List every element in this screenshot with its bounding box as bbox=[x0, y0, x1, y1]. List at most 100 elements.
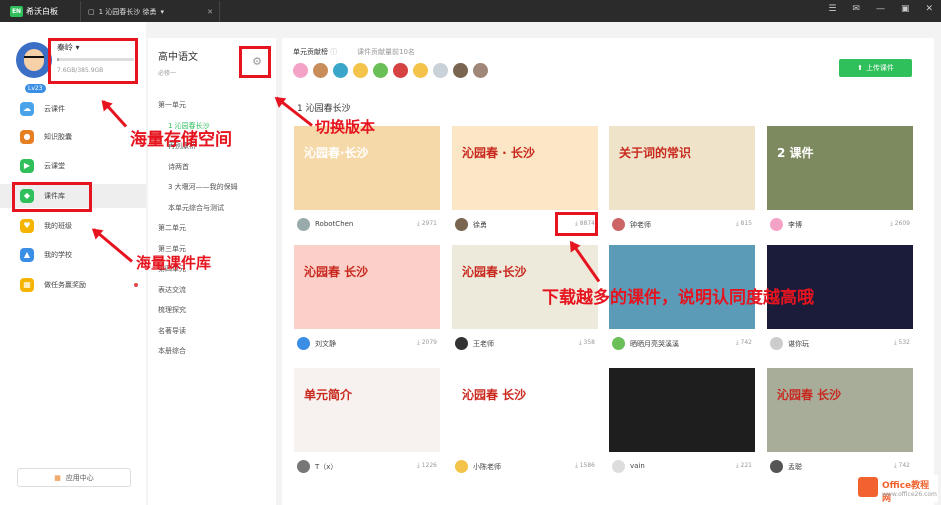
courseware-thumbnail[interactable]: 沁园春 长沙 bbox=[294, 245, 440, 329]
tree-lesson[interactable]: 3 大堰河——我的保姆 bbox=[168, 182, 238, 192]
courseware-card[interactable]: 沁园春 长沙 小陈老师 ⤓ 1586 bbox=[452, 368, 598, 483]
help-icon[interactable]: ⓘ bbox=[330, 48, 337, 56]
author-name[interactable]: 王老师 bbox=[473, 339, 494, 349]
upload-icon: ⬆ bbox=[857, 64, 863, 72]
courseware-card[interactable]: 关于词的常识 钟老师 ⤓ 815 bbox=[609, 126, 755, 241]
author-name[interactable]: T（x） bbox=[315, 462, 337, 472]
contributor-avatars bbox=[293, 63, 488, 78]
tree-unit[interactable]: 梳理探究 bbox=[158, 305, 186, 315]
tree-unit[interactable]: 名著导读 bbox=[158, 326, 186, 336]
author-avatar bbox=[612, 337, 625, 350]
contributor-avatar[interactable] bbox=[373, 63, 388, 78]
restore-icon[interactable]: ▣ bbox=[901, 4, 910, 14]
dropdown-icon[interactable]: ▾ bbox=[161, 8, 165, 16]
tree-lesson[interactable]: 本单元综合与测试 bbox=[168, 203, 224, 213]
contributor-avatar[interactable] bbox=[353, 63, 368, 78]
courseware-card[interactable]: vain ⤓ 221 bbox=[609, 368, 755, 483]
author-name[interactable]: 小陈老师 bbox=[473, 462, 501, 472]
thumbnail-title: 沁园春 长沙 bbox=[304, 265, 369, 279]
download-count: ⤓ 815 bbox=[735, 220, 752, 227]
nav-my-class[interactable]: ♥ 我的班级 bbox=[0, 214, 146, 238]
author-name[interactable]: 谌你玩 bbox=[788, 339, 809, 349]
author-name[interactable]: vain bbox=[630, 462, 645, 470]
author-avatar bbox=[770, 218, 783, 231]
courseware-card[interactable]: 沁园春 长沙 孟聪 ⤓ 742 bbox=[767, 368, 913, 483]
mail-icon[interactable]: ✉ bbox=[852, 4, 860, 14]
author-avatar bbox=[612, 460, 625, 473]
upload-courseware-button[interactable]: ⬆ 上传课件 bbox=[839, 59, 912, 77]
close-window-icon[interactable]: ✕ bbox=[925, 4, 933, 14]
author-name[interactable]: 刘文静 bbox=[315, 339, 336, 349]
upload-label: 上传课件 bbox=[865, 64, 894, 72]
courseware-thumbnail[interactable]: 沁园春·长沙 bbox=[294, 126, 440, 210]
author-name[interactable]: 晒晒月亮哭溪溪 bbox=[630, 339, 679, 349]
tree-unit[interactable]: 表达交流 bbox=[158, 285, 186, 295]
courseware-card[interactable]: 沁园春·长沙 RobotChen ⤓ 2971 bbox=[294, 126, 440, 241]
contributor-avatar[interactable] bbox=[473, 63, 488, 78]
courseware-thumbnail[interactable]: 2 课件 bbox=[767, 126, 913, 210]
app-name: 希沃白板 bbox=[26, 6, 58, 16]
card-info: 刘文静 ⤓ 2079 bbox=[294, 337, 440, 353]
courseware-thumbnail[interactable]: 沁园春 · 长沙 bbox=[452, 126, 598, 210]
nav-tasks-rewards[interactable]: ▦ 做任务赢奖励 bbox=[0, 273, 146, 297]
volume-label: 必修一 bbox=[158, 70, 177, 77]
card-info: 谌你玩 ⤓ 532 bbox=[767, 337, 913, 353]
contributor-avatar[interactable] bbox=[413, 63, 428, 78]
app-center-button[interactable]: ▦ 应用中心 bbox=[17, 468, 131, 487]
gift-icon: ▦ bbox=[20, 278, 34, 292]
minimize-icon[interactable]: — bbox=[876, 4, 885, 14]
tree-unit[interactable]: 第二单元 bbox=[158, 223, 186, 233]
document-tab[interactable]: ▢ 1 沁园春长沙 徐勇 ▾ ✕ bbox=[80, 1, 220, 22]
contributor-avatar[interactable] bbox=[313, 63, 328, 78]
nav-cloud-classroom[interactable]: ▶ 云课堂 bbox=[0, 154, 146, 178]
author-name[interactable]: 李博 bbox=[788, 220, 802, 230]
thumbnail-title: 2 课件 bbox=[777, 146, 814, 160]
menu-icon[interactable]: ☰ bbox=[828, 4, 836, 14]
courseware-thumbnail[interactable] bbox=[609, 368, 755, 452]
contributor-avatar[interactable] bbox=[453, 63, 468, 78]
tree-lesson[interactable]: 诗两首 bbox=[168, 162, 189, 172]
classroom-icon: ▶ bbox=[20, 159, 34, 173]
download-count-value: 2971 bbox=[421, 220, 437, 227]
watermark-url: www.office26.com bbox=[882, 491, 937, 498]
author-avatar bbox=[297, 460, 310, 473]
download-count: ⤓ 2609 bbox=[890, 220, 910, 227]
courseware-card[interactable]: 单元简介 T（x） ⤓ 1226 bbox=[294, 368, 440, 483]
notification-dot bbox=[134, 283, 138, 287]
download-count-value: 532 bbox=[898, 339, 910, 346]
courseware-thumbnail[interactable]: 沁园春 长沙 bbox=[767, 368, 913, 452]
courseware-thumbnail[interactable]: 关于词的常识 bbox=[609, 126, 755, 210]
card-info: 孟聪 ⤓ 742 bbox=[767, 460, 913, 476]
author-avatar bbox=[612, 218, 625, 231]
contributor-avatar[interactable] bbox=[433, 63, 448, 78]
contributor-avatar[interactable] bbox=[333, 63, 348, 78]
courseware-thumbnail[interactable]: 沁园春 长沙 bbox=[452, 368, 598, 452]
tree-unit[interactable]: 第一单元 bbox=[158, 100, 186, 110]
courseware-card[interactable]: 沁园春 长沙 刘文静 ⤓ 2079 bbox=[294, 245, 440, 360]
thumbnail-title: 沁园春 长沙 bbox=[462, 388, 527, 402]
document-icon: ▢ bbox=[88, 7, 95, 16]
close-tab-icon[interactable]: ✕ bbox=[207, 8, 213, 16]
watermark-logo-icon bbox=[858, 477, 878, 497]
app-logo-mark: EN bbox=[10, 5, 23, 17]
download-count: ⤓ 358 bbox=[578, 339, 595, 346]
nav-cloud-courseware[interactable]: ☁ 云课件 bbox=[0, 97, 146, 121]
author-name[interactable]: 徐勇 bbox=[473, 220, 487, 230]
author-name[interactable]: RobotChen bbox=[315, 220, 353, 228]
card-info: T（x） ⤓ 1226 bbox=[294, 460, 440, 476]
nav-knowledge-capsule[interactable]: ● 知识胶囊 bbox=[0, 125, 146, 149]
contributor-avatar[interactable] bbox=[393, 63, 408, 78]
author-name[interactable]: 钟老师 bbox=[630, 220, 651, 230]
courseware-card[interactable]: 2 课件 李博 ⤓ 2609 bbox=[767, 126, 913, 241]
author-name[interactable]: 孟聪 bbox=[788, 462, 802, 472]
download-count-value: 742 bbox=[898, 462, 910, 469]
title-bar: EN 希沃白板 ▢ 1 沁园春长沙 徐勇 ▾ ✕ ☰ ✉ — ▣ ✕ bbox=[0, 0, 941, 22]
courseware-thumbnail[interactable]: 单元简介 bbox=[294, 368, 440, 452]
thumbnail-title: 沁园春·长沙 bbox=[304, 146, 369, 160]
contributor-avatar[interactable] bbox=[293, 63, 308, 78]
card-info: 钟老师 ⤓ 815 bbox=[609, 218, 755, 234]
tree-unit[interactable]: 本册综合 bbox=[158, 346, 186, 356]
download-count: ⤓ 1226 bbox=[417, 462, 437, 469]
user-avatar[interactable] bbox=[16, 42, 52, 78]
author-avatar bbox=[770, 460, 783, 473]
